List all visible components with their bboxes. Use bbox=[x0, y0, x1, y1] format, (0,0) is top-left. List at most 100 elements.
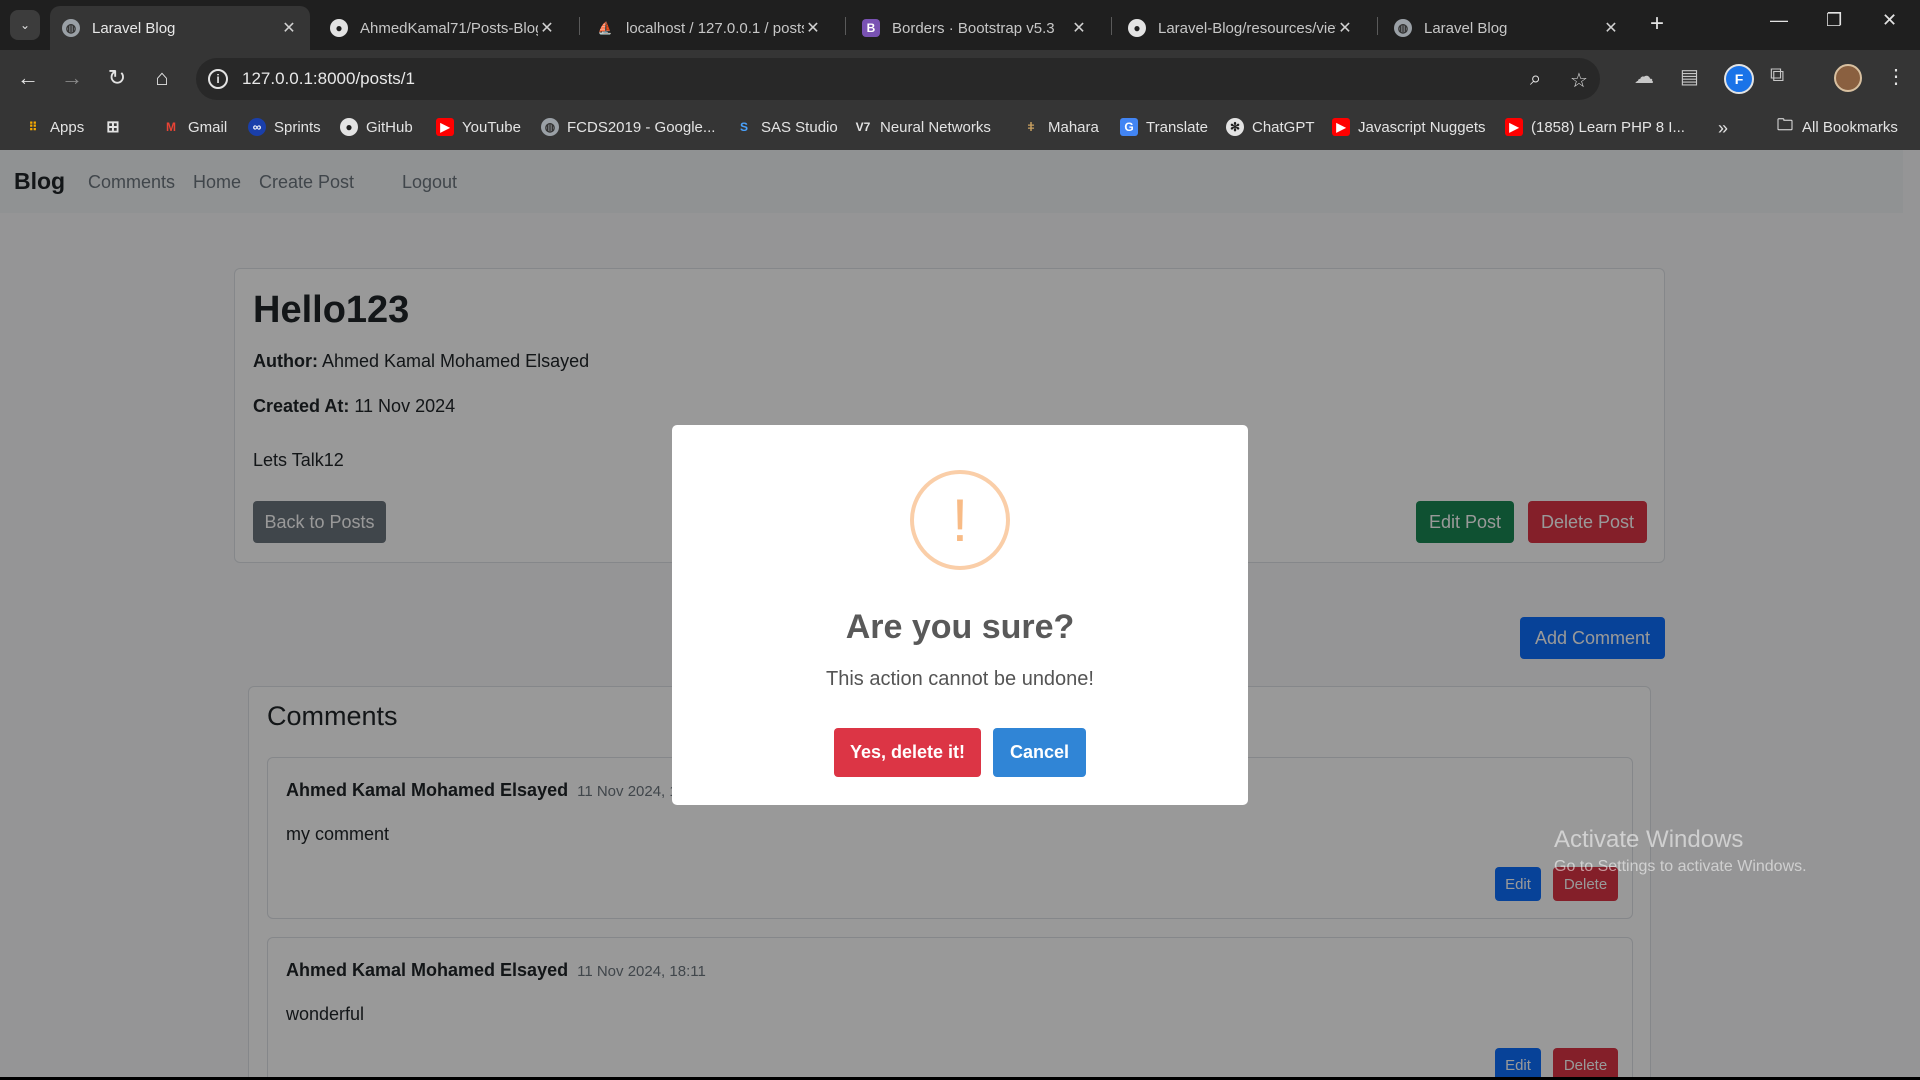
globe-icon: ◍ bbox=[541, 118, 559, 136]
bookmark-label: Javascript Nuggets bbox=[1358, 118, 1486, 136]
tab-separator bbox=[1377, 17, 1378, 35]
bookmark-youtube[interactable]: ▶ YouTube bbox=[436, 118, 521, 136]
bookmark-chatgpt[interactable]: ✻ ChatGPT bbox=[1226, 118, 1315, 136]
bookmarks-bar: ⠿ Apps ⊞ M Gmail ∞ Sprints ● GitHub ▶ Yo… bbox=[0, 108, 1920, 246]
github-icon: ● bbox=[340, 118, 358, 136]
tab-search-chevron-icon[interactable]: ⌄ bbox=[10, 10, 40, 40]
apps-grid-icon: ⠿ bbox=[28, 120, 38, 134]
bookmark-label: Neural Networks bbox=[880, 118, 991, 136]
minimize-icon[interactable]: — bbox=[1770, 10, 1788, 31]
tab-laravel-blog-active[interactable]: ◍ Laravel Blog ✕ bbox=[50, 6, 310, 50]
confirm-delete-dialog: ! Are you sure? This action cannot be un… bbox=[672, 425, 1248, 805]
confirm-delete-button[interactable]: Yes, delete it! bbox=[834, 728, 981, 777]
windows-activation-title: Activate Windows bbox=[1554, 826, 1744, 853]
tab-laravel-blog-2[interactable]: ◍ Laravel Blog ✕ bbox=[1382, 6, 1632, 50]
tab-github-laravel-blog[interactable]: ● Laravel-Blog/resources/views ✕ bbox=[1116, 6, 1366, 50]
tab-separator bbox=[579, 17, 580, 35]
bookmark-star-icon[interactable]: ☆ bbox=[1570, 68, 1588, 93]
tab-groups-icon: ⊞ bbox=[106, 119, 120, 136]
bootstrap-icon: B bbox=[862, 19, 880, 37]
browser-tab-bar: ⌄ ◍ Laravel Blog ✕ ● AhmedKamal71/Posts-… bbox=[0, 0, 1920, 50]
new-tab-icon[interactable]: + bbox=[1650, 12, 1664, 36]
sas-icon: S bbox=[739, 120, 748, 134]
cancel-button[interactable]: Cancel bbox=[993, 728, 1086, 777]
dialog-message: This action cannot be undone! bbox=[826, 668, 1094, 690]
bookmark-label: Apps bbox=[50, 118, 85, 136]
all-bookmarks-button[interactable]: 🗀 All Bookmarks bbox=[1776, 116, 1898, 136]
bookmark-neural-networks[interactable]: V7 Neural Networks bbox=[854, 118, 991, 136]
browser-toolbar: ← → ↻ ⌂ i 127.0.0.1:8000/posts/1 ⌕ ☆ bbox=[0, 50, 1920, 108]
globe-icon: ◍ bbox=[1394, 19, 1412, 37]
kebab-menu-icon[interactable]: ⋮ bbox=[1886, 64, 1906, 89]
address-bar[interactable]: i 127.0.0.1:8000/posts/1 ⌕ ☆ bbox=[196, 58, 1600, 100]
bookmark-learn-php[interactable]: ▶ (1858) Learn PHP 8 I... bbox=[1505, 118, 1685, 136]
back-arrow-icon[interactable]: ← bbox=[14, 64, 42, 92]
user-avatar[interactable] bbox=[1834, 64, 1862, 92]
bookmark-sprints[interactable]: ∞ Sprints bbox=[248, 118, 321, 136]
url-text[interactable]: 127.0.0.1:8000/posts/1 bbox=[242, 69, 415, 89]
profile-extension-icon[interactable]: F bbox=[1724, 64, 1754, 94]
dialog-title: Are you sure? bbox=[845, 608, 1075, 646]
gmail-icon: M bbox=[166, 120, 176, 134]
restore-icon[interactable]: ❐ bbox=[1826, 10, 1842, 31]
bookmark-translate[interactable]: G Translate bbox=[1120, 118, 1208, 136]
site-info-icon[interactable]: i bbox=[208, 69, 228, 89]
tab-separator bbox=[845, 17, 846, 35]
github-icon: ● bbox=[330, 19, 348, 37]
close-icon[interactable]: ✕ bbox=[538, 18, 556, 38]
bookmark-label: Gmail bbox=[188, 118, 228, 136]
reading-list-icon[interactable]: ▤ bbox=[1680, 64, 1699, 89]
all-bookmarks-label: All Bookmarks bbox=[1802, 118, 1898, 136]
bookmark-mahara[interactable]: ǂ Mahara bbox=[1022, 118, 1099, 136]
extensions-puzzle-icon[interactable]: ⧉ bbox=[1770, 64, 1784, 87]
tab-separator bbox=[1111, 17, 1112, 35]
tab-title: Laravel Blog bbox=[1424, 19, 1508, 37]
bookmark-label: Sprints bbox=[274, 118, 321, 136]
tab-bootstrap-borders[interactable]: B Borders · Bootstrap v5.3 ✕ bbox=[850, 6, 1100, 50]
bookmark-label: YouTube bbox=[462, 118, 521, 136]
bookmark-github[interactable]: ● GitHub bbox=[340, 118, 413, 136]
tab-title: AhmedKamal71/Posts-Blog bbox=[360, 19, 538, 37]
extension-cloud-icon[interactable]: ☁ bbox=[1634, 64, 1654, 89]
window-close-icon[interactable]: ✕ bbox=[1882, 10, 1897, 31]
close-icon[interactable]: ✕ bbox=[1602, 18, 1620, 38]
tab-title: Laravel Blog bbox=[92, 19, 176, 37]
v7-icon: V7 bbox=[855, 120, 871, 134]
bookmark-fcds2019[interactable]: ◍ FCDS2019 - Google... bbox=[541, 118, 715, 136]
reload-icon[interactable]: ↻ bbox=[103, 64, 131, 92]
forward-arrow-icon[interactable]: → bbox=[58, 64, 86, 92]
bookmark-label: GitHub bbox=[366, 118, 413, 136]
phpmyadmin-icon: ⛵ bbox=[597, 21, 613, 35]
bookmark-tab-groups[interactable]: ⊞ bbox=[104, 118, 130, 136]
tab-title: Laravel-Blog/resources/views bbox=[1158, 19, 1336, 37]
bookmark-gmail[interactable]: M Gmail bbox=[162, 118, 227, 136]
chatgpt-icon: ✻ bbox=[1226, 118, 1244, 136]
bookmark-label: Translate bbox=[1146, 118, 1208, 136]
bookmark-apps[interactable]: ⠿ Apps bbox=[24, 118, 85, 136]
close-icon[interactable]: ✕ bbox=[804, 18, 822, 38]
tab-github-posts-blog[interactable]: ● AhmedKamal71/Posts-Blog ✕ bbox=[318, 6, 568, 50]
close-icon[interactable]: ✕ bbox=[280, 18, 298, 38]
translate-icon: G bbox=[1120, 118, 1138, 136]
more-bookmarks-chevron-icon[interactable]: » bbox=[1718, 118, 1728, 139]
warning-exclamation-icon: ! bbox=[910, 470, 1010, 570]
tab-phpmyadmin[interactable]: ⛵ localhost / 127.0.0.1 / posts ✕ bbox=[584, 6, 834, 50]
home-icon[interactable]: ⌂ bbox=[148, 64, 176, 92]
tab-title: Borders · Bootstrap v5.3 bbox=[892, 19, 1055, 37]
bookmark-label: SAS Studio bbox=[761, 118, 838, 136]
bookmark-label: (1858) Learn PHP 8 I... bbox=[1531, 118, 1685, 136]
github-icon: ● bbox=[1128, 19, 1146, 37]
close-icon[interactable]: ✕ bbox=[1336, 18, 1354, 38]
bookmark-javascript-nuggets[interactable]: ▶ Javascript Nuggets bbox=[1332, 118, 1486, 136]
mahara-icon: ǂ bbox=[1027, 120, 1035, 134]
tab-title: localhost / 127.0.0.1 / posts bbox=[626, 19, 804, 37]
bookmark-label: FCDS2019 - Google... bbox=[567, 118, 716, 136]
bookmark-sas-studio[interactable]: S SAS Studio bbox=[735, 118, 838, 136]
sprints-icon: ∞ bbox=[248, 118, 266, 136]
close-icon[interactable]: ✕ bbox=[1070, 18, 1088, 38]
bookmark-label: Mahara bbox=[1048, 118, 1099, 136]
youtube-icon: ▶ bbox=[436, 118, 454, 136]
zoom-icon[interactable]: ⌕ bbox=[1530, 68, 1541, 91]
youtube-icon: ▶ bbox=[1332, 118, 1350, 136]
folder-icon: 🗀 bbox=[1776, 116, 1793, 134]
